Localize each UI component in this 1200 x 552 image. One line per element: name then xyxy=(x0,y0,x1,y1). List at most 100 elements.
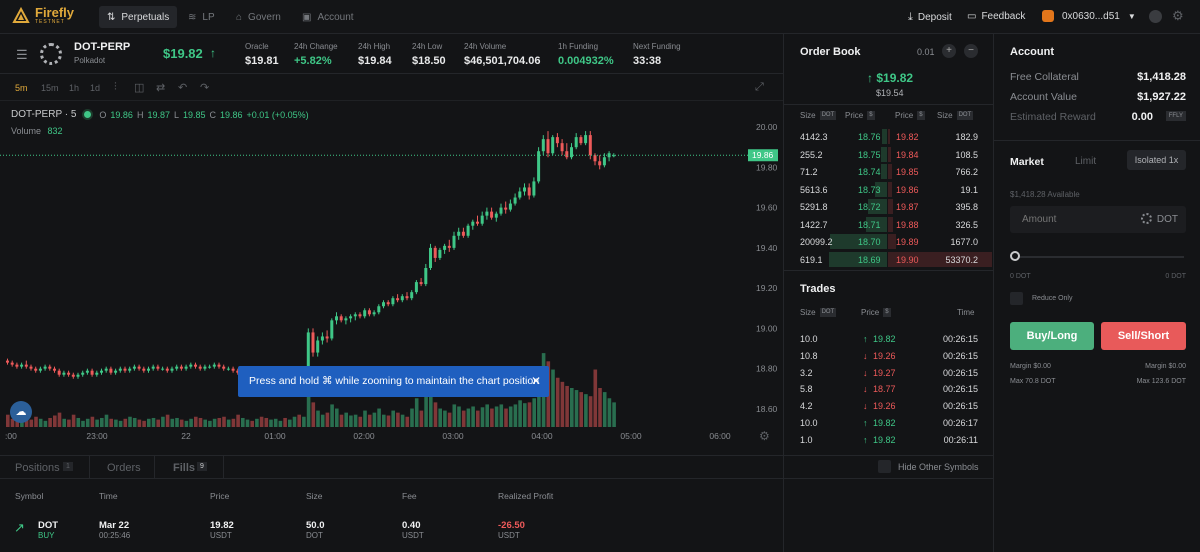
candle-body xyxy=(537,151,541,182)
sell-short-button[interactable]: Sell/Short xyxy=(1101,322,1186,350)
orderbook-row[interactable]: 5291.8 18.72 19.87 395.8 xyxy=(784,198,992,215)
ask-size: 19.1 xyxy=(960,184,978,195)
size-slider-track[interactable] xyxy=(1012,256,1184,258)
nav-govern[interactable]: ⌂ Govern xyxy=(228,6,289,28)
interval-1h[interactable]: 1h xyxy=(69,83,79,93)
y-tick-label: 19.20 xyxy=(756,283,778,293)
tab-positions[interactable]: Positions 1 xyxy=(0,456,90,478)
orderbook-row[interactable]: 5613.6 18.73 19.86 19.1 xyxy=(784,181,992,198)
col-price: Price $ xyxy=(861,308,891,317)
minus-icon[interactable]: − xyxy=(964,44,978,58)
wallet-button[interactable]: 0x0630...d51 ▼ xyxy=(1042,10,1136,22)
orderbook-row[interactable]: 20099.2 18.70 19.89 1677.0 xyxy=(784,233,992,250)
arrow-up-icon: ↑ xyxy=(863,334,868,344)
volume-bar xyxy=(302,416,306,427)
candle-body xyxy=(405,296,409,299)
volume-bar xyxy=(574,390,579,427)
market-selector[interactable]: DOT-PERP Polkadot xyxy=(74,41,130,65)
orderbook-row[interactable]: 619.1 18.69 19.90 53370.2 xyxy=(784,251,992,268)
amount-unit[interactable]: DOT xyxy=(1140,213,1178,225)
arrow-up-icon: ↑ xyxy=(863,418,868,428)
candle-body xyxy=(602,157,606,166)
fullscreen-icon[interactable]: ⤢ xyxy=(755,81,764,94)
candle-body xyxy=(184,366,188,369)
bid-price: 18.75 xyxy=(858,149,881,160)
nav-account[interactable]: ▣ Account xyxy=(294,6,362,28)
volume-bar xyxy=(236,414,240,427)
candle-body xyxy=(598,161,602,166)
candle-body xyxy=(433,247,437,258)
stat-value: $18.50 xyxy=(412,55,446,67)
indicators-icon[interactable]: ⫶ xyxy=(114,81,117,94)
candle-body xyxy=(118,368,122,371)
ask-price: 19.88 xyxy=(896,219,919,230)
candle-body xyxy=(504,207,508,210)
compare-icon[interactable]: ⇄ xyxy=(156,81,165,94)
margin-mode-button[interactable]: Isolated 1x xyxy=(1127,150,1186,170)
table-row[interactable]: ↗ DOT BUY Mar 22 00:25:46 19.82 USDT 50.… xyxy=(0,516,993,546)
interval-1d[interactable]: 1d xyxy=(90,83,100,93)
trade-row: 5.8 ↓ 18.77 00:26:15 xyxy=(784,381,992,398)
feedback-button[interactable]: ▭ Feedback xyxy=(967,11,1025,22)
profile-icon[interactable] xyxy=(1149,10,1162,23)
volume-bar xyxy=(570,388,574,427)
y-tick-label: 18.80 xyxy=(756,364,778,374)
tradingview-logo-icon[interactable]: ☁ xyxy=(10,401,32,423)
slider-max-label: 0 DOT xyxy=(1165,273,1186,280)
interval-15m[interactable]: 15m xyxy=(41,83,59,93)
volume-bar xyxy=(81,420,85,427)
redo-icon[interactable]: ↷ xyxy=(200,81,209,94)
ask-price: 19.84 xyxy=(896,149,919,160)
volume-bar xyxy=(414,398,419,427)
ask-price: 19.82 xyxy=(896,132,919,142)
ask-price: 19.85 xyxy=(896,167,919,177)
candle-body xyxy=(485,211,489,216)
candle-body xyxy=(156,366,160,369)
tick-size[interactable]: 0.01 xyxy=(917,47,935,57)
tab-count-badge: 9 xyxy=(197,462,207,471)
candle-body xyxy=(429,247,432,268)
plus-icon[interactable]: + xyxy=(942,44,956,58)
close-icon[interactable]: ✕ xyxy=(531,366,541,397)
tab-orders[interactable]: Orders xyxy=(91,456,155,478)
nav-lp[interactable]: ≋ LP xyxy=(180,6,223,28)
interval-5m[interactable]: 5m xyxy=(15,83,28,93)
buy-long-button[interactable]: Buy/Long xyxy=(1010,322,1094,350)
volume-bar xyxy=(386,415,391,427)
candle-body xyxy=(6,360,9,363)
nav-perpetuals[interactable]: ⇅ Perpetuals xyxy=(99,6,178,28)
orderbook-row[interactable]: 4142.3 18.76 19.82 182.9 xyxy=(784,128,992,145)
candle-body xyxy=(175,366,179,369)
candle-body xyxy=(217,364,221,367)
candle-body xyxy=(494,213,498,218)
candle-body xyxy=(53,368,56,371)
orderbook-row[interactable]: 1422.7 18.71 19.88 326.5 xyxy=(784,216,992,233)
header-unit: DOT xyxy=(956,111,974,120)
ask-size: 326.5 xyxy=(955,219,978,230)
undo-icon[interactable]: ↶ xyxy=(178,81,187,94)
size-slider-handle[interactable] xyxy=(1010,251,1020,261)
amount-input[interactable]: DOT xyxy=(1010,206,1186,233)
settings-icon[interactable]: ⚙ xyxy=(759,429,770,443)
gear-icon[interactable]: ⚙ xyxy=(1172,8,1184,24)
menu-icon[interactable]: ☰ xyxy=(16,47,28,63)
volume-bar xyxy=(288,419,292,427)
hide-other-checkbox[interactable] xyxy=(878,460,891,473)
orderbook-row[interactable]: 255.2 18.75 19.84 108.5 xyxy=(784,146,992,163)
tab-fills[interactable]: Fills 9 xyxy=(156,456,224,478)
tab-market[interactable]: Market xyxy=(1010,156,1044,168)
layout-icon[interactable]: ◫ xyxy=(134,81,144,94)
deposit-button[interactable]: ⤓ Deposit xyxy=(908,11,952,24)
volume-bar xyxy=(504,408,508,427)
candle-body xyxy=(400,296,404,301)
amount-field[interactable] xyxy=(1022,206,1122,233)
x-tick-label: 23:00 xyxy=(86,431,108,441)
brand-logo[interactable]: Firefly TESTNET xyxy=(12,6,74,25)
bid-depth-bar xyxy=(880,164,887,179)
orderbook-row[interactable]: 71.2 18.74 19.85 766.2 xyxy=(784,163,992,180)
candle-body xyxy=(410,292,414,299)
fill-size: 50.0 xyxy=(306,520,325,531)
tab-limit[interactable]: Limit xyxy=(1075,156,1096,167)
reduce-only-checkbox[interactable] xyxy=(1010,292,1023,305)
header-size: Size xyxy=(800,308,816,317)
